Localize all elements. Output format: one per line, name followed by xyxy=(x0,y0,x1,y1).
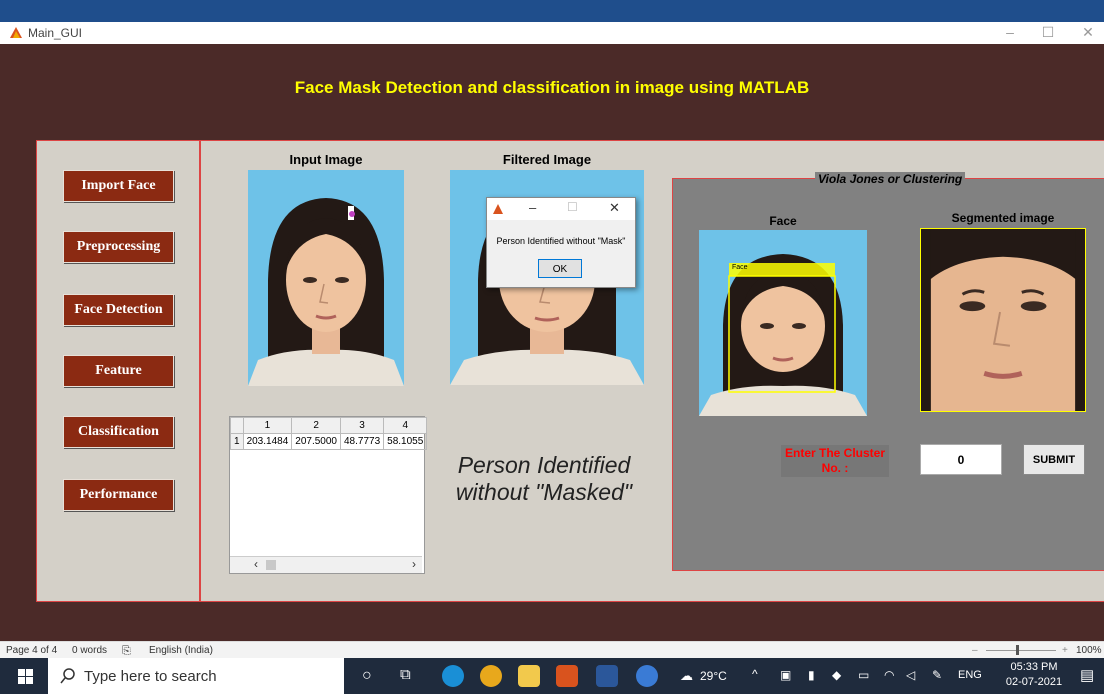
close-icon[interactable]: ✕ xyxy=(1078,24,1098,41)
table-horizontal-scrollbar[interactable]: ‹ › xyxy=(230,556,422,573)
chrome-icon[interactable] xyxy=(480,665,502,687)
result-text-line2: without "Masked" xyxy=(455,479,633,505)
file-explorer-icon[interactable] xyxy=(518,665,540,687)
cortana-icon[interactable]: ○ xyxy=(362,667,372,685)
edge-icon[interactable] xyxy=(442,665,464,687)
table-col-header: 1 xyxy=(242,417,293,434)
dialog-ok-button[interactable]: OK xyxy=(538,259,582,278)
minimize-icon[interactable]: – xyxy=(1000,24,1020,40)
dialog-maximize-icon[interactable]: ☐ xyxy=(567,200,578,214)
zoom-slider[interactable] xyxy=(986,650,1056,651)
dialog-message: Person Identified without "Mask" xyxy=(496,236,626,246)
scroll-thumb[interactable] xyxy=(266,560,276,570)
page-count[interactable]: Page 4 of 4 xyxy=(6,645,57,656)
face-box-label: Face xyxy=(732,264,748,271)
cluster-input[interactable]: 0 xyxy=(920,444,1002,475)
taskbar: Type here to search ○ ⧉ ☁ 29°C ^ ▣ ▮ ◆ ▭… xyxy=(0,658,1104,694)
matlab-icon xyxy=(10,27,22,38)
taskbar-search-box[interactable]: Type here to search xyxy=(48,658,344,694)
clock-time: 05:33 PM xyxy=(1010,661,1058,673)
detected-face-image: Face xyxy=(699,230,867,416)
word-icon[interactable] xyxy=(596,665,618,687)
weather-icon[interactable]: ☁ xyxy=(680,668,693,684)
window-titlebar: Main_GUI – ☐ ✕ xyxy=(0,22,1104,45)
chevron-up-icon[interactable]: ^ xyxy=(752,667,758,681)
result-text-line1: Person Identified xyxy=(457,452,631,478)
app-heading: Face Mask Detection and classification i… xyxy=(294,78,810,97)
wifi-icon[interactable]: ◠ xyxy=(884,668,894,682)
notification-icon[interactable]: ▤ xyxy=(1080,666,1094,684)
table-col-header: 3 xyxy=(339,417,385,434)
feature-button[interactable]: Feature xyxy=(63,355,174,387)
search-icon xyxy=(60,668,75,684)
search-placeholder: Type here to search xyxy=(84,668,217,685)
zoom-plus-icon[interactable]: + xyxy=(1062,645,1068,656)
scroll-right-icon[interactable]: › xyxy=(412,557,416,571)
preprocessing-button[interactable]: Preprocessing xyxy=(63,231,174,263)
table-cell[interactable]: 58.1055 xyxy=(383,433,428,450)
input-language[interactable]: ENG xyxy=(958,669,982,681)
cluster-label: Enter The Cluster No. : xyxy=(781,445,889,477)
import-face-button[interactable]: Import Face xyxy=(63,170,174,202)
windows-start-icon[interactable] xyxy=(18,669,33,684)
face-title: Face xyxy=(769,214,797,228)
performance-button[interactable]: Performance xyxy=(63,479,174,511)
clock-date: 02-07-2021 xyxy=(1005,676,1063,688)
message-dialog: – ☐ ✕ Person Identified without "Mask" O… xyxy=(486,197,636,288)
cluster-label-text: Enter The Cluster No. : xyxy=(784,446,886,475)
dialog-minimize-icon[interactable]: – xyxy=(529,200,536,215)
table-cell[interactable]: 207.5000 xyxy=(291,433,341,450)
battery-icon[interactable]: ▭ xyxy=(858,668,869,682)
dialog-close-icon[interactable]: ✕ xyxy=(609,200,620,216)
table-row-header: 1 xyxy=(230,433,244,450)
dialog-titlebar: – ☐ ✕ xyxy=(487,198,635,220)
zoom-slider-thumb[interactable] xyxy=(1016,645,1019,655)
pen-icon[interactable]: ✎ xyxy=(932,668,942,682)
language-status[interactable]: English (India) xyxy=(149,645,213,656)
input-face-image xyxy=(248,170,404,386)
zoom-minus-icon[interactable]: – xyxy=(972,645,978,656)
classification-button[interactable]: Classification xyxy=(63,416,174,448)
temperature[interactable]: 29°C xyxy=(700,669,727,683)
feature-table[interactable]: 1 2 3 4 1 203.1484 207.5000 48.7773 58.1… xyxy=(229,416,428,574)
antivirus-icon[interactable]: ◆ xyxy=(832,668,841,682)
table-cell[interactable]: 48.7773 xyxy=(339,433,385,450)
matlab-taskbar-icon[interactable] xyxy=(556,665,578,687)
window-title: Main_GUI xyxy=(28,26,83,40)
segmented-image-title: Segmented image xyxy=(951,211,1055,225)
table-col-header: 2 xyxy=(291,417,341,434)
tray-app-icon[interactable]: ▣ xyxy=(780,668,791,682)
matlab-icon xyxy=(493,204,503,214)
word-title-strip xyxy=(0,0,1104,24)
word-status-bar: Page 4 of 4 0 words ⎘ English (India) – … xyxy=(0,641,1104,659)
segmented-face-image xyxy=(920,228,1086,412)
task-view-icon[interactable]: ⧉ xyxy=(400,666,411,683)
table-col-header: 4 xyxy=(383,417,428,434)
help-icon[interactable] xyxy=(636,665,658,687)
scroll-left-icon[interactable]: ‹ xyxy=(254,557,258,571)
input-image-title: Input Image xyxy=(289,152,363,167)
table-corner xyxy=(230,417,244,434)
table-cell[interactable]: 203.1484 xyxy=(242,433,293,450)
clock[interactable]: 05:33 PM 02-07-2021 xyxy=(1004,660,1064,690)
proofing-icon[interactable]: ⎘ xyxy=(122,645,131,658)
result-text: Person Identified without "Masked" xyxy=(444,452,644,506)
zoom-level[interactable]: 100% xyxy=(1076,645,1102,656)
usb-icon[interactable]: ▮ xyxy=(808,668,815,682)
filtered-image-title: Filtered Image xyxy=(502,152,592,167)
submit-button[interactable]: SUBMIT xyxy=(1023,444,1085,475)
face-detection-button[interactable]: Face Detection xyxy=(63,294,174,326)
volume-icon[interactable]: ◁ xyxy=(906,668,915,682)
maximize-icon[interactable]: ☐ xyxy=(1038,24,1058,41)
word-count[interactable]: 0 words xyxy=(72,645,107,656)
viola-panel-title: Viola Jones or Clustering xyxy=(815,172,966,186)
